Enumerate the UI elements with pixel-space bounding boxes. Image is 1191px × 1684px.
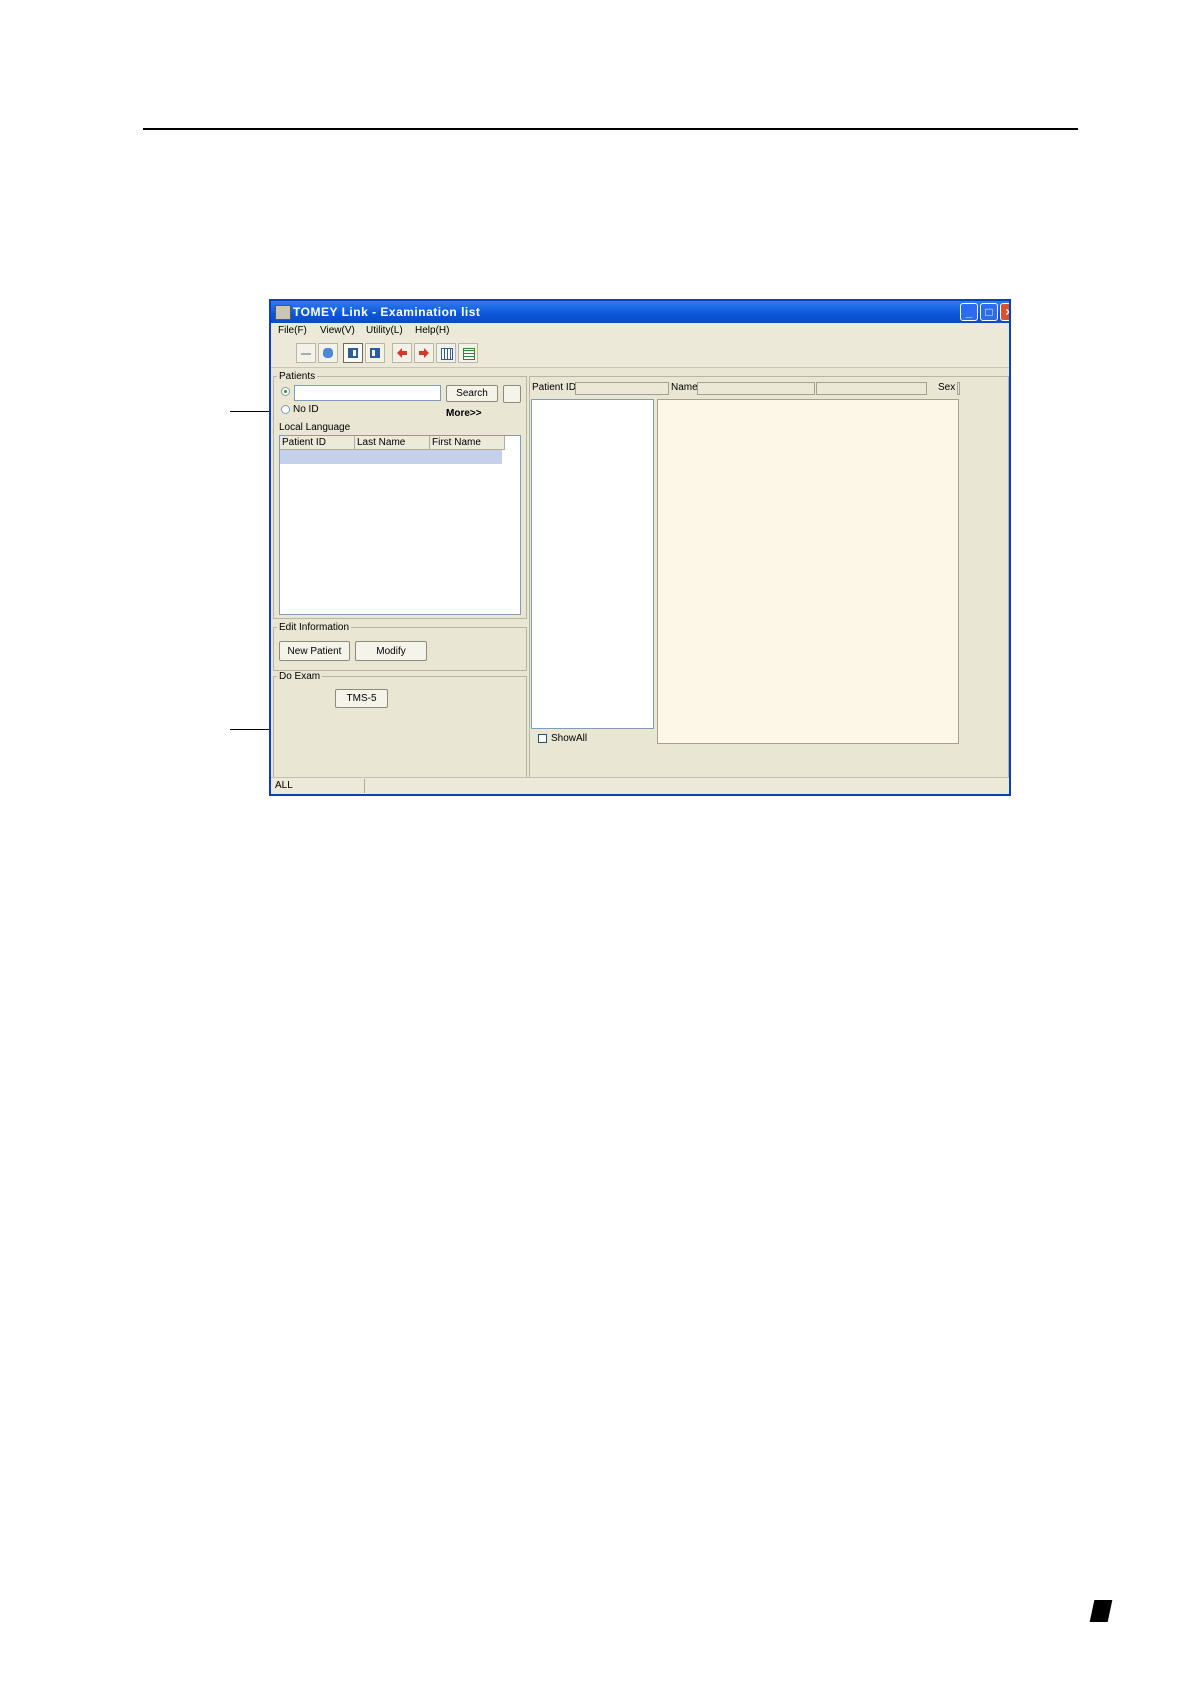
- column-last-name[interactable]: Last Name: [355, 436, 430, 450]
- patient-list[interactable]: Patient ID Last Name First Name: [279, 435, 521, 615]
- sex-label: Sex: [938, 382, 956, 393]
- column-first-name[interactable]: First Name: [430, 436, 505, 450]
- right-pane: Patient ID Name Sex ShowAll: [529, 371, 1009, 778]
- database-icon[interactable]: [318, 343, 338, 363]
- close-icon[interactable]: ×: [1000, 303, 1009, 321]
- tomey-link-window: TOMEY Link - Examination list _ □ × File…: [269, 299, 1011, 796]
- name-label: Name: [671, 382, 698, 393]
- app-icon: [275, 305, 291, 320]
- show-all-checkbox[interactable]: [538, 734, 547, 743]
- local-language-label: Local Language: [279, 422, 351, 433]
- do-exam-label: Do Exam: [277, 671, 323, 683]
- layout-right-icon[interactable]: [365, 343, 385, 363]
- maximize-icon[interactable]: □: [980, 303, 998, 321]
- export-icon[interactable]: [414, 343, 434, 363]
- menu-help[interactable]: Help(H): [415, 323, 449, 339]
- patients-group-label: Patients: [277, 371, 318, 383]
- list-icon[interactable]: [458, 343, 478, 363]
- page-header-rule: [143, 128, 1078, 130]
- menu-view[interactable]: View(V): [320, 323, 355, 339]
- exam-list[interactable]: [531, 399, 654, 729]
- sex-field: [957, 382, 960, 395]
- menu-utility[interactable]: Utility(L): [366, 323, 403, 339]
- first-name-field: [816, 382, 927, 395]
- minimize-icon[interactable]: _: [960, 303, 978, 321]
- patient-id-field: [575, 382, 669, 395]
- last-name-field: [697, 382, 815, 395]
- grid-icon[interactable]: [436, 343, 456, 363]
- selected-row[interactable]: [280, 450, 502, 464]
- patient-id-radio[interactable]: [281, 387, 290, 396]
- no-id-label: No ID: [293, 404, 319, 415]
- window-title: TOMEY Link - Examination list: [293, 305, 481, 319]
- show-all-label: ShowAll: [551, 733, 588, 744]
- menu-file[interactable]: File(F): [278, 323, 307, 339]
- patient-id-label: Patient ID: [532, 382, 576, 393]
- layout-left-icon[interactable]: [343, 343, 363, 363]
- search-button[interactable]: Search: [446, 385, 498, 402]
- edit-information-label: Edit Information: [277, 622, 352, 634]
- new-patient-button[interactable]: New Patient: [279, 641, 350, 661]
- menu-bar: File(F) View(V) Utility(L) Help(H): [271, 323, 1009, 339]
- page-corner-mark: [1089, 1600, 1113, 1622]
- left-pane: Patients Search No ID More>> Local Langu…: [273, 371, 527, 778]
- import-icon[interactable]: [392, 343, 412, 363]
- status-text: ALL: [275, 780, 293, 791]
- clear-icon[interactable]: [503, 385, 521, 403]
- status-bar: ALL: [271, 777, 1009, 794]
- modify-button[interactable]: Modify: [355, 641, 427, 661]
- status-divider: [364, 779, 365, 793]
- more-link[interactable]: More>>: [446, 408, 482, 420]
- tms5-button[interactable]: TMS-5: [335, 689, 388, 708]
- column-patient-id[interactable]: Patient ID: [280, 436, 355, 450]
- title-bar[interactable]: TOMEY Link - Examination list _ □ ×: [271, 301, 1009, 323]
- toolbar: [271, 339, 1009, 368]
- arrow-icon[interactable]: [296, 343, 316, 363]
- exam-preview-area[interactable]: [657, 399, 959, 744]
- do-exam-group: [273, 676, 527, 778]
- no-id-radio[interactable]: [281, 405, 290, 414]
- patient-search-input[interactable]: [294, 385, 441, 401]
